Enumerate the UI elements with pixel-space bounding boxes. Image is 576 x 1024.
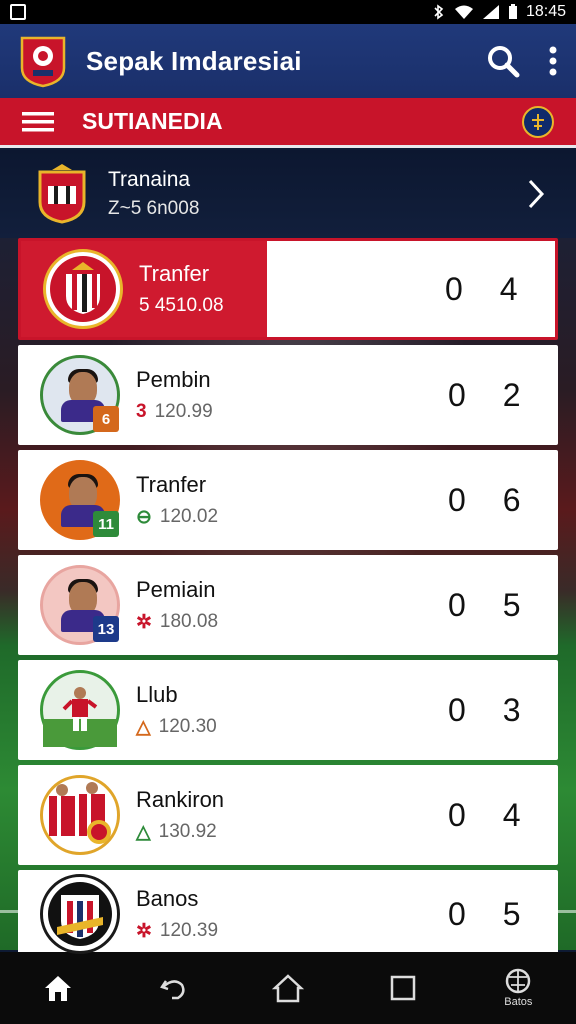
item-score: 0 3	[448, 691, 535, 728]
player-list: Tranfer 5 4510.08 0 4 6 Pembin 3 120.99 0…	[18, 238, 558, 963]
item-score: 0 5	[448, 586, 535, 623]
player-avatar	[40, 670, 120, 750]
item-name: Tranfer	[139, 261, 210, 286]
notification-icon	[10, 4, 26, 20]
status-mark: ✲	[136, 611, 152, 633]
list-item[interactable]: Banos ✲ 120.39 0 5	[18, 870, 558, 958]
item-meta: 130.92	[158, 821, 217, 842]
wifi-icon	[454, 5, 473, 19]
app-bar: Sepak Imdaresiai	[0, 24, 576, 98]
player-avatar: 11	[40, 460, 120, 540]
club-crest-icon	[43, 249, 123, 329]
item-score: 0 2	[448, 376, 535, 413]
player-avatar	[40, 775, 120, 855]
item-name: Pemiain	[136, 576, 216, 602]
nav-back[interactable]	[141, 958, 205, 1018]
recents-icon	[390, 975, 416, 1001]
battery-icon	[508, 4, 517, 19]
league-badge-icon[interactable]	[522, 105, 554, 138]
chevron-right-icon[interactable]	[526, 178, 546, 210]
status-mark: ✲	[136, 920, 152, 942]
ball-icon	[506, 968, 531, 994]
status-mark: 3	[136, 401, 147, 422]
item-name: Pembin	[136, 367, 211, 392]
team-name: Tranaina	[108, 168, 191, 191]
status-mark: △	[136, 716, 151, 738]
list-item[interactable]: 6 Pembin 3 120.99 0 2	[18, 345, 558, 445]
status-mark: △	[136, 821, 151, 843]
app-logo	[18, 34, 68, 88]
nav-home-button[interactable]	[256, 958, 320, 1018]
house-outline-icon	[271, 974, 304, 1003]
section-bar: SUTIANEDIA	[0, 98, 576, 148]
bottom-navigation: Batos	[0, 952, 576, 1024]
item-score: 0 4	[445, 270, 532, 307]
nav-home[interactable]	[26, 958, 90, 1018]
item-score: 0 6	[448, 481, 535, 518]
nav-batos[interactable]: Batos	[486, 958, 550, 1018]
item-score: 0 5	[448, 895, 535, 932]
item-name: Rankiron	[136, 786, 225, 812]
jersey-number-badge: 6	[93, 406, 119, 432]
club-crest-icon	[40, 874, 120, 954]
item-meta: 120.02	[159, 506, 219, 527]
item-name: Tranfer	[136, 471, 207, 497]
bluetooth-icon	[434, 4, 444, 20]
list-item[interactable]: Llub △ 120.30 0 3	[18, 660, 558, 760]
status-bar: 18:45	[0, 0, 576, 24]
list-item[interactable]: 13 Pemiain ✲ 180.08 0 5	[18, 555, 558, 655]
app-title: Sepak Imdaresiai	[86, 45, 302, 76]
item-meta: 180.08	[159, 611, 219, 632]
item-name: Llub	[136, 681, 178, 707]
team-crest-icon	[30, 162, 94, 226]
nav-label: Batos	[504, 996, 533, 1008]
home-icon	[44, 976, 71, 1001]
jersey-number-badge: 11	[93, 511, 119, 537]
signal-icon	[482, 5, 499, 19]
player-avatar: 13	[40, 565, 120, 645]
item-meta: 120.30	[158, 716, 217, 737]
item-score: 0 4	[448, 796, 535, 833]
jersey-number-badge: 13	[93, 616, 119, 642]
list-item[interactable]: Rankiron △ 130.92 0 4	[18, 765, 558, 865]
more-options-icon[interactable]	[548, 44, 558, 78]
back-icon	[159, 980, 185, 1000]
status-mark: ⊖	[136, 506, 152, 528]
nav-recents[interactable]	[371, 958, 435, 1018]
team-header[interactable]: Tranaina Z~5 6n008	[0, 150, 576, 238]
item-meta: 120.99	[154, 401, 213, 422]
player-avatar: 6	[40, 355, 120, 435]
item-meta: 5 4510.08	[139, 295, 224, 316]
search-icon[interactable]	[486, 44, 520, 78]
item-name: Banos	[136, 885, 199, 911]
section-title: SUTIANEDIA	[82, 108, 223, 134]
team-subtitle: Z~5 6n008	[108, 198, 200, 219]
item-meta: 120.39	[159, 920, 219, 941]
menu-icon[interactable]	[22, 111, 54, 133]
status-time: 18:45	[525, 3, 566, 20]
list-item[interactable]: 11 Tranfer ⊖ 120.02 0 6	[18, 450, 558, 550]
list-item[interactable]: Tranfer 5 4510.08 0 4	[18, 238, 558, 340]
